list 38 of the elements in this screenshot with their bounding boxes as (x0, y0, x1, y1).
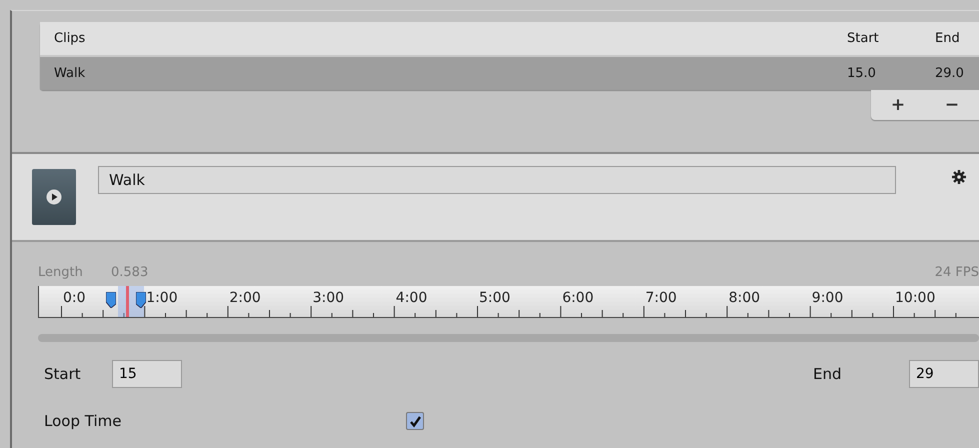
tick-label: 10:00 (895, 290, 936, 306)
checkbox[interactable] (406, 412, 424, 430)
option-label: Loop Time (44, 412, 122, 430)
end-field[interactable]: 29 (909, 360, 979, 388)
playhead-marker[interactable] (126, 286, 129, 317)
column-header: End (935, 31, 961, 46)
length-value: 0.583 (111, 264, 148, 280)
end-marker-icon[interactable] (136, 292, 146, 308)
table-cell-text: 29.0 (935, 66, 965, 81)
tick-label: 9:00 (812, 290, 844, 306)
tick-label: 7:00 (645, 290, 677, 306)
table-cell-text: 15.0 (847, 66, 877, 81)
tick-label: 3:00 (312, 290, 344, 306)
timeline-ruler[interactable]: 0:0 1:00 2:00 3:00 4:00 5:00 6:00 7:00 8:00 9:00 10:00 (38, 286, 979, 318)
table-row[interactable]: Walk 15.0 29.0 (40, 57, 979, 90)
tick-label: 2:00 (229, 290, 261, 306)
start-marker-icon[interactable] (106, 292, 116, 308)
tick-label: 8:00 (728, 290, 760, 306)
preview-button[interactable] (32, 169, 76, 225)
column-header: Clips (54, 31, 86, 46)
scrollbar[interactable] (38, 334, 979, 342)
table-cell-text: Walk (54, 66, 86, 81)
start-field[interactable]: 15 (112, 360, 182, 388)
name-field[interactable]: Walk (98, 166, 896, 194)
start-label: Start (44, 365, 82, 383)
length-label: Length (38, 264, 84, 280)
remove-button[interactable]: − (938, 95, 966, 115)
tick-label: 5:00 (479, 290, 510, 306)
add-button[interactable]: + (884, 95, 912, 115)
settings-icon[interactable] (952, 170, 966, 184)
tick-label: 0:0 (63, 290, 86, 306)
fps-label: 24 FPS (934, 264, 979, 280)
column-header: Start (847, 31, 880, 46)
tick-label: 4:00 (396, 290, 428, 306)
tick-label: 6:00 (562, 290, 594, 306)
play-icon (46, 189, 62, 205)
tick-label: 1:00 (146, 290, 178, 306)
end-label: End (813, 365, 843, 383)
